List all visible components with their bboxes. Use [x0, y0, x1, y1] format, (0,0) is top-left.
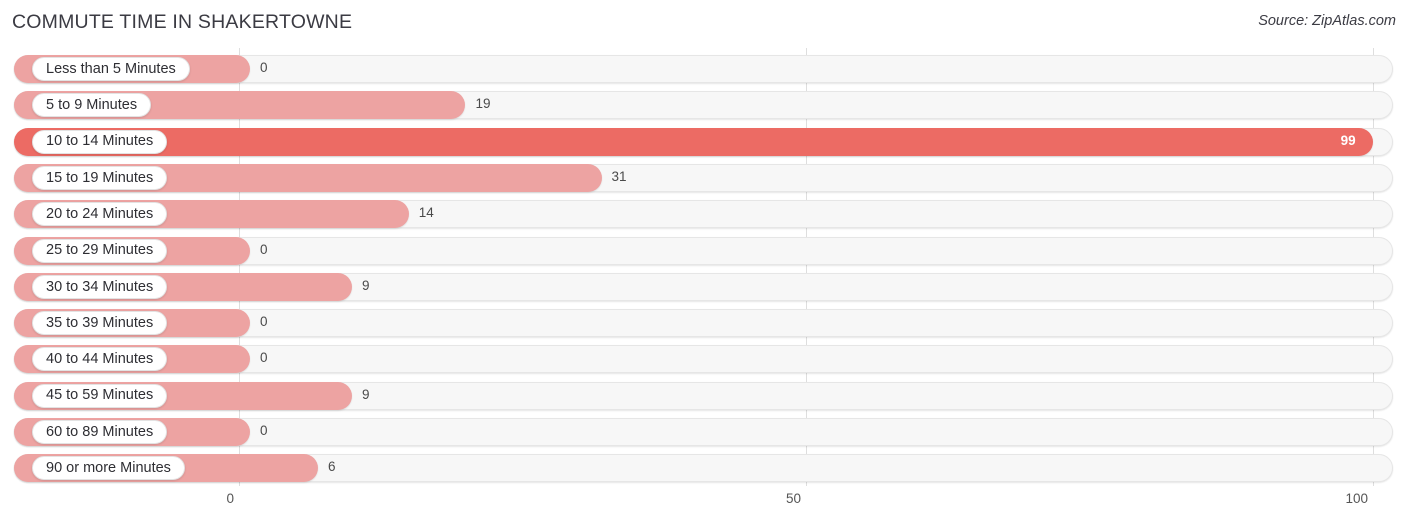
category-label-pill: 25 to 29 Minutes: [32, 238, 168, 263]
chart-row[interactable]: 5 to 9 Minutes 19: [0, 89, 1406, 125]
category-label: 25 to 29 Minutes: [46, 242, 154, 259]
category-label-pill: 20 to 24 Minutes: [32, 202, 168, 227]
chart-row[interactable]: 25 to 29 Minutes 0: [0, 235, 1406, 271]
chart-plot-area: Less than 5 Minutes 0 5 to 9 Minutes 19 10 t…: [0, 46, 1406, 486]
x-tick-label: 50: [785, 491, 801, 506]
x-tick-label: 100: [1345, 491, 1368, 506]
chart-row[interactable]: 20 to 24 Minutes 14: [0, 198, 1406, 234]
category-label: 10 to 14 Minutes: [46, 133, 154, 150]
category-label: 45 to 59 Minutes: [46, 387, 154, 404]
bar-value-label: 0: [260, 314, 268, 330]
bar-value-label: 0: [260, 60, 268, 75]
chart-header: COMMUTE TIME IN SHAKERTOWNE Source: ZipA…: [0, 0, 1406, 46]
chart-row[interactable]: 60 to 89 Minutes 0: [0, 416, 1406, 452]
x-axis: 0 50 100: [0, 486, 1406, 523]
category-label-pill: 35 to 39 Minutes: [32, 311, 168, 336]
category-label-pill: Less than 5 Minutes: [32, 57, 190, 81]
category-label: 40 to 44 Minutes: [46, 351, 154, 368]
chart-row[interactable]: 40 to 44 Minutes 0: [0, 343, 1406, 379]
category-label-pill: 45 to 59 Minutes: [32, 383, 168, 408]
bar-value-label: 0: [260, 241, 268, 257]
bar-value-label: 9: [362, 277, 370, 293]
bar-value-label: 0: [260, 423, 268, 438]
bar-value-label: 9: [362, 386, 370, 402]
category-label-pill: 10 to 14 Minutes: [32, 129, 168, 154]
category-label-pill: 60 to 89 Minutes: [32, 420, 168, 444]
bar-value-label: 99: [1340, 132, 1356, 148]
chart-bar-rows: Less than 5 Minutes 0 5 to 9 Minutes 19 10 t…: [0, 46, 1406, 486]
chart-row[interactable]: 45 to 59 Minutes 9: [0, 380, 1406, 416]
category-label-pill: 15 to 19 Minutes: [32, 165, 168, 190]
category-label: Less than 5 Minutes: [46, 60, 176, 77]
category-label: 35 to 39 Minutes: [46, 314, 154, 331]
category-label: 15 to 19 Minutes: [46, 169, 154, 186]
category-label-pill: 90 or more Minutes: [32, 456, 185, 481]
category-label: 20 to 24 Minutes: [46, 205, 154, 222]
category-label-pill: 40 to 44 Minutes: [32, 347, 168, 372]
page-title: COMMUTE TIME IN SHAKERTOWNE: [12, 11, 353, 33]
chart-row[interactable]: 35 to 39 Minutes 0: [0, 307, 1406, 343]
bar-value-label: 19: [475, 96, 491, 112]
category-label-pill: 30 to 34 Minutes: [32, 274, 168, 299]
bar-value-label: 0: [260, 350, 268, 366]
value-bar[interactable]: [14, 127, 1373, 156]
chart-row[interactable]: Less than 5 Minutes 0: [0, 53, 1406, 89]
chart-row[interactable]: 15 to 19 Minutes 31: [0, 162, 1406, 198]
category-label: 5 to 9 Minutes: [46, 97, 138, 114]
source-attribution: Source: ZipAtlas.com: [1258, 13, 1396, 29]
category-label: 90 or more Minutes: [46, 460, 171, 477]
chart-row[interactable]: 90 or more Minutes 6: [0, 452, 1406, 488]
category-label-pill: 5 to 9 Minutes: [32, 93, 152, 118]
bar-value-label: 31: [611, 168, 627, 184]
category-label: 30 to 34 Minutes: [46, 278, 154, 295]
x-tick-label: 0: [226, 491, 234, 506]
chart-row[interactable]: 10 to 14 Minutes 99: [0, 126, 1406, 162]
bar-value-label: 6: [328, 459, 336, 475]
bar-value-label: 14: [418, 205, 434, 221]
chart-row[interactable]: 30 to 34 Minutes 9: [0, 271, 1406, 307]
category-label: 60 to 89 Minutes: [46, 423, 154, 440]
